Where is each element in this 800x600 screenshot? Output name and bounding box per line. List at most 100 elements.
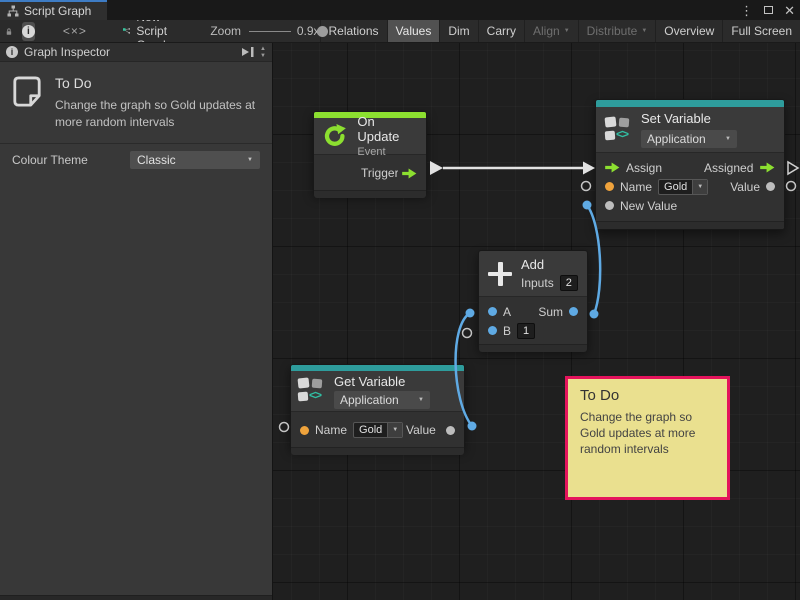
variable-icon: <> xyxy=(605,117,632,143)
wire-start-arrow xyxy=(430,161,443,175)
zoom-slider-track[interactable] xyxy=(249,31,291,33)
note-body: Change the graph so Gold updates at more… xyxy=(55,97,260,131)
name-input-port[interactable] xyxy=(605,182,614,191)
inspector-toggle-button[interactable]: i xyxy=(22,22,35,41)
script-graph-icon xyxy=(7,5,19,17)
node-add[interactable]: Add Inputs 2 A Sum xyxy=(478,250,588,350)
graph-canvas[interactable]: On Update Event Trigger <> xyxy=(273,43,800,600)
value-port-label: Value xyxy=(730,180,760,194)
graph-inspector-title: Graph Inspector xyxy=(24,45,110,59)
graph-inspector-header: i Graph Inspector ▲ ▼ xyxy=(0,43,272,62)
new-script-graph-label: New Script Graph xyxy=(136,20,180,43)
chevron-down-icon: ▼ xyxy=(387,423,402,437)
colour-theme-label: Colour Theme xyxy=(12,153,88,167)
carry-button[interactable]: Carry xyxy=(478,20,524,43)
name-input-port[interactable] xyxy=(300,426,309,435)
sticky-note-icon xyxy=(12,75,42,108)
maximize-icon[interactable] xyxy=(764,6,773,14)
colour-theme-row: Colour Theme Classic ▼ xyxy=(0,144,272,176)
add-header: Add Inputs 2 xyxy=(479,251,587,297)
sum-port-label: Sum xyxy=(538,305,563,319)
overview-button[interactable]: Overview xyxy=(655,20,722,43)
scroll-down-icon[interactable]: ▼ xyxy=(260,53,266,59)
colour-theme-dropdown[interactable]: Classic ▼ xyxy=(130,151,260,169)
chevron-down-icon: ▼ xyxy=(418,397,424,403)
plus-icon xyxy=(488,262,512,286)
on-update-loop-icon xyxy=(321,122,348,150)
dim-button[interactable]: Dim xyxy=(439,20,477,43)
chevron-down-icon: ▼ xyxy=(692,180,707,194)
a-port-label: A xyxy=(503,305,511,319)
sticky-note[interactable]: To Do Change the graph so Gold updates a… xyxy=(565,376,730,500)
tab-script-graph[interactable]: Script Graph xyxy=(0,0,107,20)
chevron-down-icon: ▼ xyxy=(247,157,253,163)
node-title: Add xyxy=(521,257,578,272)
wire-endpoint-dot xyxy=(590,310,599,319)
variable-name-dropdown[interactable]: Gold ▼ xyxy=(353,422,403,438)
name-port-label: Name xyxy=(620,180,652,194)
b-input-port[interactable] xyxy=(488,326,497,335)
node-title: On Update xyxy=(357,114,419,144)
external-port-triangle[interactable] xyxy=(788,162,798,174)
a-input-port[interactable] xyxy=(488,307,497,316)
new-value-port-label: New Value xyxy=(620,199,677,213)
zoom-slider[interactable] xyxy=(249,25,291,37)
b-value-field[interactable]: 1 xyxy=(517,323,535,339)
zoom-label: Zoom xyxy=(210,24,241,38)
assign-input-port[interactable] xyxy=(605,162,620,173)
external-port-circle[interactable] xyxy=(463,329,472,338)
external-port-circle[interactable] xyxy=(582,182,591,191)
zoom-slider-handle[interactable] xyxy=(317,26,328,37)
node-title: Get Variable xyxy=(334,374,430,389)
panel-scrollbar[interactable]: ▲ ▼ xyxy=(260,46,266,59)
sum-output-port[interactable] xyxy=(569,307,578,316)
popout-icon[interactable] xyxy=(241,46,255,58)
code-icon[interactable]: <×> xyxy=(63,24,87,38)
values-button[interactable]: Values xyxy=(387,20,440,43)
relations-button[interactable]: Relations xyxy=(320,20,387,43)
new-value-input-port[interactable] xyxy=(605,201,614,210)
value-output-port[interactable] xyxy=(446,426,455,435)
assigned-port-label: Assigned xyxy=(704,161,754,175)
window-controls: ⋮ ✕ xyxy=(740,0,795,20)
assigned-output-port[interactable] xyxy=(760,162,775,173)
trigger-output-port[interactable] xyxy=(402,168,417,179)
new-script-graph-button[interactable]: New Script Graph xyxy=(123,20,180,43)
panel-footer xyxy=(0,595,272,600)
variable-scope-dropdown[interactable]: Application ▼ xyxy=(334,391,430,409)
full-screen-button[interactable]: Full Screen xyxy=(722,20,800,43)
node-get-variable[interactable]: <> Get Variable Application ▼ Name xyxy=(290,364,465,449)
get-variable-header: <> Get Variable Application ▼ xyxy=(291,371,464,412)
node-set-variable[interactable]: <> Set Variable Application ▼ xyxy=(595,99,785,230)
scroll-up-icon[interactable]: ▲ xyxy=(260,46,266,52)
lock-icon[interactable] xyxy=(6,24,12,39)
node-footer xyxy=(291,447,464,455)
wire-endpoint-dot xyxy=(466,309,475,318)
align-dropdown[interactable]: Align▼ xyxy=(524,20,578,43)
chevron-down-icon: ▼ xyxy=(564,28,570,34)
close-icon[interactable]: ✕ xyxy=(784,4,795,17)
node-title: Set Variable xyxy=(641,111,737,126)
graph-note-summary: To Do Change the graph so Gold updates a… xyxy=(0,62,272,143)
node-footer xyxy=(479,344,587,352)
unity-script-graph-window: Script Graph ⋮ ✕ i <×> New Script Graph xyxy=(0,0,800,600)
sticky-note-title: To Do xyxy=(580,387,715,404)
b-port-label: B xyxy=(503,324,511,338)
variable-scope-dropdown[interactable]: Application ▼ xyxy=(641,130,737,148)
value-output-port[interactable] xyxy=(766,182,775,191)
value-port-label: Value xyxy=(406,423,440,437)
menu-icon[interactable]: ⋮ xyxy=(740,4,753,17)
tab-bar: Script Graph ⋮ ✕ xyxy=(0,0,800,20)
distribute-dropdown[interactable]: Distribute▼ xyxy=(578,20,656,43)
node-on-update[interactable]: On Update Event Trigger xyxy=(313,111,427,194)
name-port-label: Name xyxy=(315,423,347,437)
external-port-circle[interactable] xyxy=(787,182,796,191)
variable-name-dropdown[interactable]: Gold ▼ xyxy=(658,179,708,195)
chevron-down-icon: ▼ xyxy=(641,28,647,34)
external-port-circle[interactable] xyxy=(280,423,289,432)
sticky-note-body: Change the graph so Gold updates at more… xyxy=(580,409,704,458)
inputs-count-field[interactable]: 2 xyxy=(560,275,578,291)
node-footer xyxy=(596,221,784,229)
inputs-label: Inputs xyxy=(521,276,554,290)
set-variable-header: <> Set Variable Application ▼ xyxy=(596,107,784,153)
